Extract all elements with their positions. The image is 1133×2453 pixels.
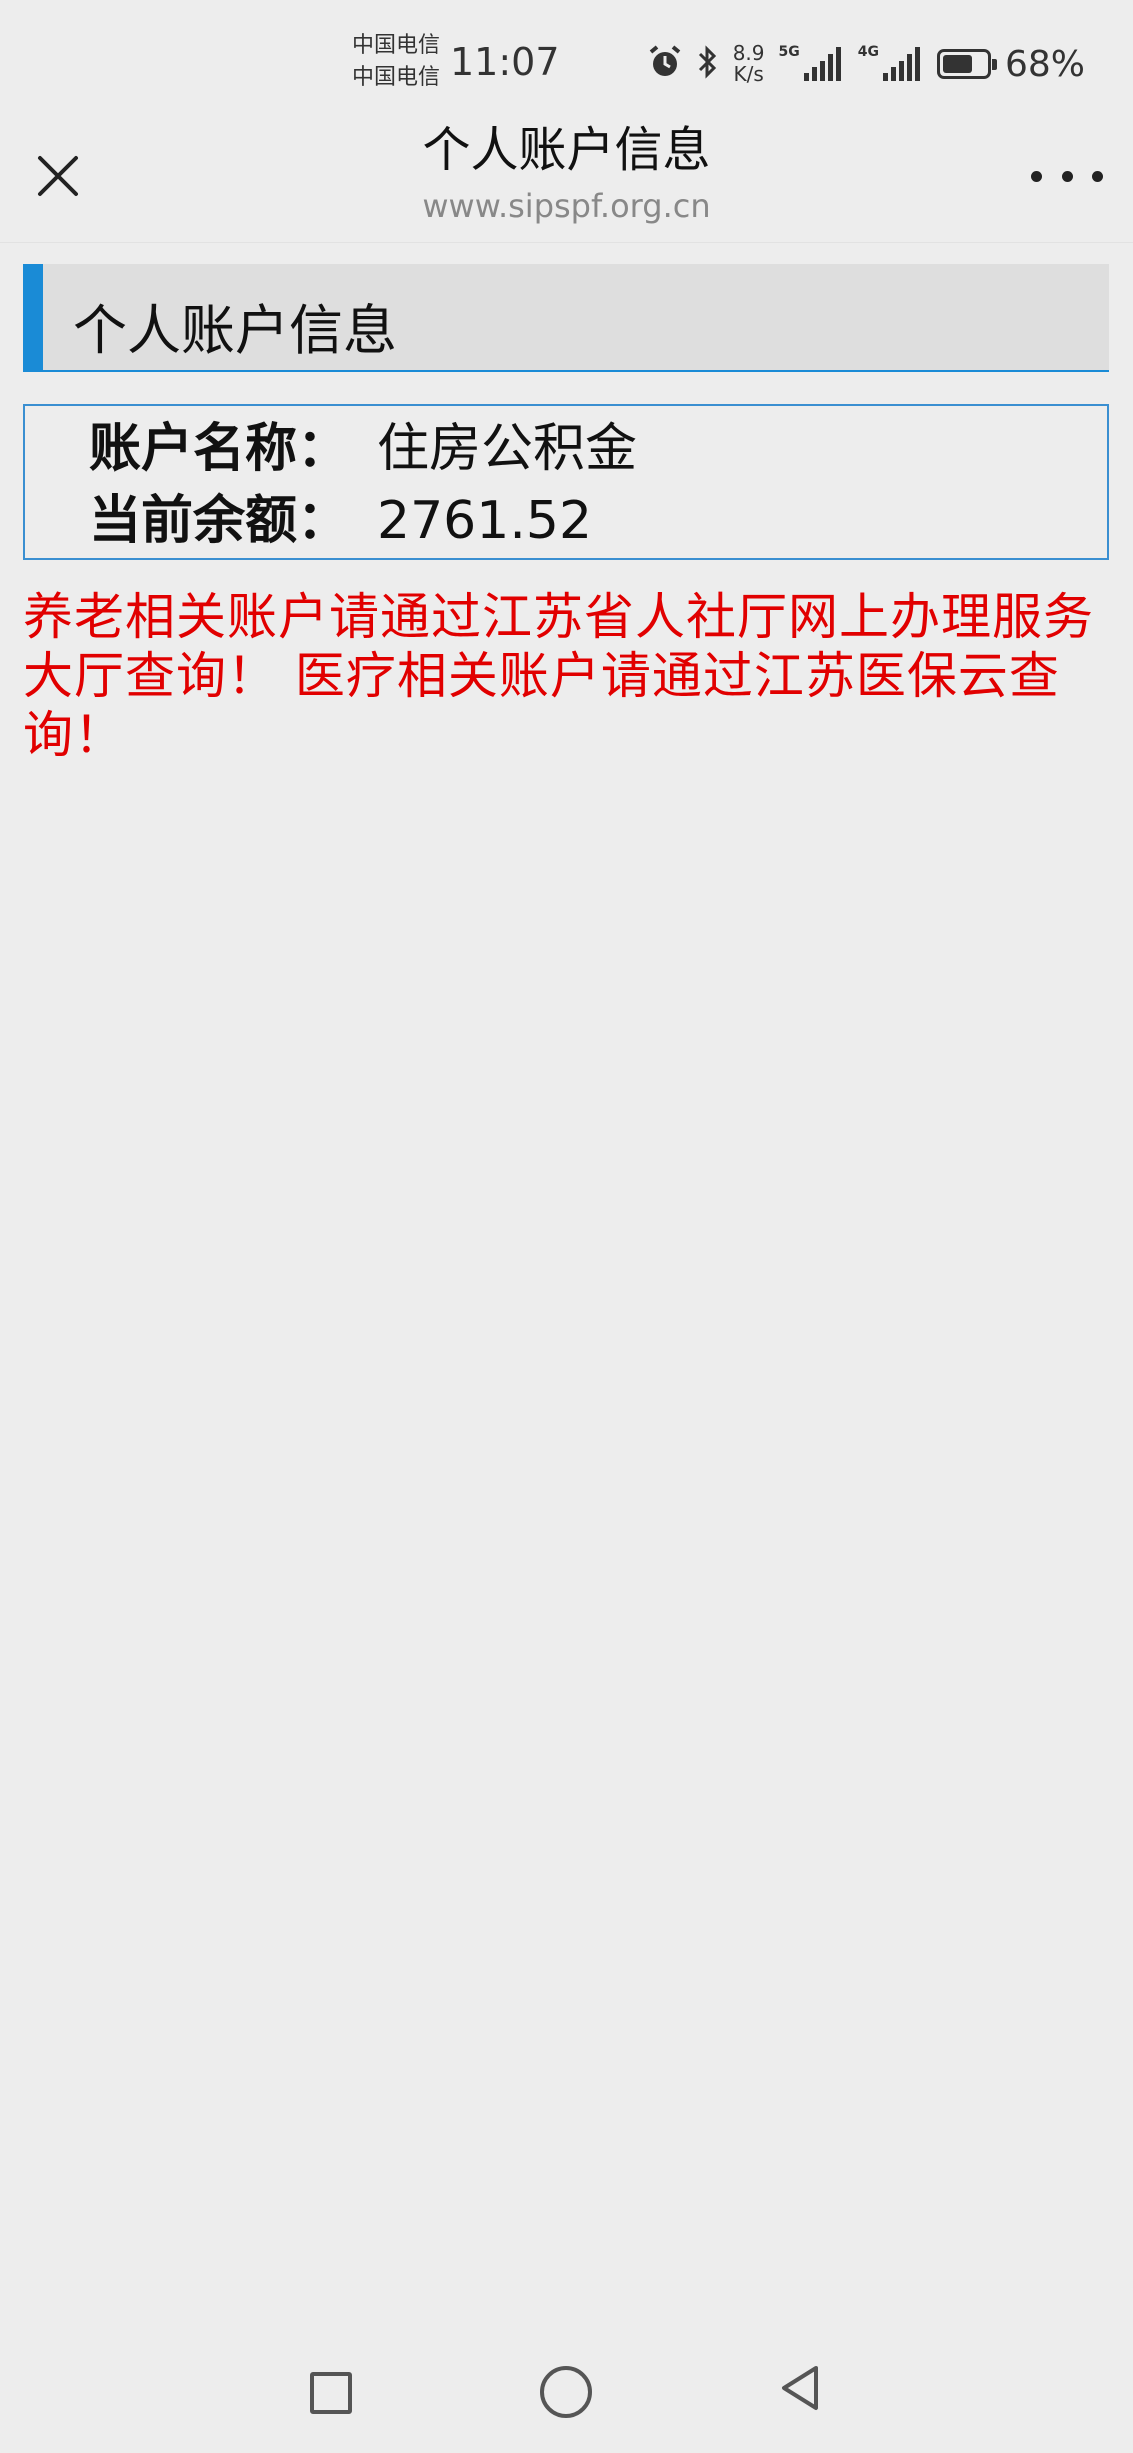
recent-apps-icon[interactable] (310, 2372, 352, 2414)
account-name-row: 账户名称： 住房公积金 (89, 418, 637, 480)
account-name-label: 账户名称： (89, 419, 350, 479)
battery-percent: 68% (1004, 43, 1085, 85)
battery-icon (936, 49, 997, 79)
notice-text: 养老相关账户请通过江苏省人社厅网上办理服务大厅查询！ 医疗相关账户请通过江苏医保… (23, 588, 1094, 764)
clock: 11:07 (450, 40, 560, 84)
section-title: 个人账户信息 (73, 299, 397, 362)
page-title: 个人账户信息 (422, 122, 711, 178)
section-header: 个人账户信息 (23, 264, 1109, 372)
balance-row: 当前余额： 2761.52 (89, 490, 592, 552)
status-bar: 中国电信 中国电信 11:07 8.9 K/s 5G 4G 68% (0, 0, 1133, 125)
home-icon[interactable] (540, 2366, 592, 2418)
carrier-info: 中国电信 中国电信 (352, 30, 440, 94)
network-5g-label: 5G (778, 44, 800, 60)
status-icons: 8.9 K/s 5G 4G 68% (633, 38, 1085, 90)
balance-value: 2761.52 (377, 491, 593, 551)
signal-icon (803, 47, 844, 81)
page-url: www.sipspf.org.cn (422, 187, 711, 225)
more-button[interactable] (1031, 150, 1103, 202)
balance-label: 当前余额： (89, 491, 350, 551)
system-nav-bar (0, 2330, 1133, 2453)
alarm-icon (647, 44, 683, 84)
network-speed: 8.9 K/s (732, 41, 765, 86)
network-4g-label: 4G (857, 44, 879, 60)
carrier-2: 中国电信 (352, 65, 441, 90)
back-icon[interactable] (778, 2362, 822, 2414)
account-info-box: 账户名称： 住房公积金 当前余额： 2761.52 (23, 404, 1109, 560)
carrier-1: 中国电信 (352, 33, 441, 58)
more-icon (1031, 170, 1042, 182)
signal-icon (882, 47, 923, 81)
bluetooth-icon (697, 44, 719, 84)
page-header: 个人账户信息 www.sipspf.org.cn (0, 120, 1133, 243)
account-name-value: 住房公积金 (377, 419, 638, 479)
